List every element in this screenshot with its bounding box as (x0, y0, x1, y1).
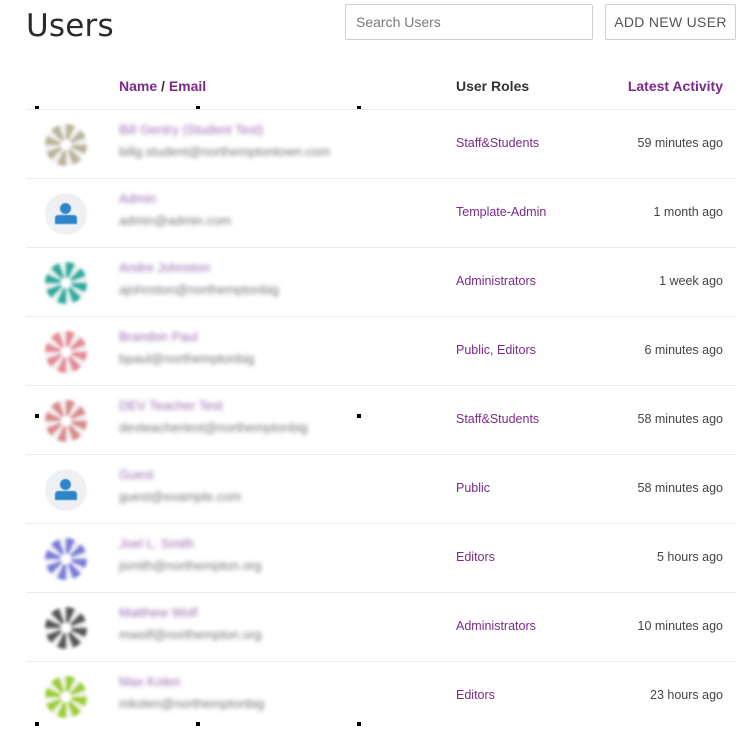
user-role-link[interactable]: Staff&Students (456, 412, 539, 426)
user-name-link[interactable]: Matthew Wolf (119, 605, 198, 620)
table-row[interactable]: Admin admin@admin.com Template-Admin 1 mont… (26, 178, 736, 247)
user-email: devteachertest@northemptonbig (119, 420, 308, 435)
column-header-separator: / (157, 78, 169, 94)
user-name-link[interactable]: Andre Johnston (119, 260, 210, 275)
add-new-user-button[interactable]: ADD NEW USER (605, 4, 736, 40)
table-row[interactable]: Brandon Paul bpaul@northemptonbig Public, … (26, 316, 736, 385)
avatar (45, 124, 87, 166)
avatar (45, 331, 87, 373)
avatar (45, 262, 87, 304)
user-name-link[interactable]: Max Kolen (119, 674, 180, 689)
table-row[interactable]: Bill Gentry (Student Test) billg.student@… (26, 109, 736, 178)
user-name-link[interactable]: Guest (119, 467, 154, 482)
column-header-name[interactable]: Name (119, 78, 157, 94)
user-latest-activity: 5 hours ago (656, 550, 723, 564)
user-email: billg.student@northemptontown.com (119, 144, 331, 159)
user-role-link[interactable]: Staff&Students (456, 136, 539, 150)
avatar (45, 538, 87, 580)
column-header-roles: User Roles (456, 78, 530, 94)
user-name-link[interactable]: Joel L. Smith (119, 536, 194, 551)
user-email: guest@example.com (119, 489, 242, 504)
user-role-link[interactable]: Administrators (456, 274, 536, 288)
user-role-link[interactable]: Editors (456, 550, 495, 564)
table-row[interactable]: Matthew Wolf mwolf@northempton.org Adminis… (26, 592, 736, 661)
user-latest-activity: 6 minutes ago (644, 343, 723, 357)
user-email: bpaul@northemptonbig (119, 351, 255, 366)
user-name-link[interactable]: Admin (119, 191, 156, 206)
table-row[interactable]: Andre Johnston ajohnston@northemptonbig Ad… (26, 247, 736, 316)
page-title: Users (26, 8, 114, 44)
user-email: ajohnston@northemptonbig (119, 282, 279, 297)
user-role-link[interactable]: Public (456, 481, 490, 495)
table-row[interactable]: Max Kolen mkolen@northemptonbig Editors 23 … (26, 661, 736, 730)
column-header-email[interactable]: Email (169, 78, 206, 94)
user-role-link[interactable]: Administrators (456, 619, 536, 633)
default-user-icon (45, 469, 87, 511)
user-email: mkolen@northemptonbig (119, 696, 265, 711)
table-row[interactable]: DEV Teacher Test devteachertest@northempt… (26, 385, 736, 454)
user-email: jsmith@northempton.org (119, 558, 262, 573)
search-input[interactable] (345, 4, 593, 40)
user-latest-activity: 23 hours ago (650, 688, 723, 702)
table-row[interactable]: Guest guest@example.com Public 58 minutes a… (26, 454, 736, 523)
user-latest-activity: 58 minutes ago (637, 481, 723, 495)
user-latest-activity: 58 minutes ago (637, 412, 723, 426)
avatar (45, 607, 87, 649)
column-header-activity[interactable]: Latest Activity (628, 78, 723, 94)
user-role-link[interactable]: Template-Admin (456, 205, 546, 219)
user-latest-activity: 10 minutes ago (637, 619, 723, 633)
user-name-link[interactable]: Bill Gentry (Student Test) (119, 122, 263, 137)
table-row[interactable]: Joel L. Smith jsmith@northempton.org Edito… (26, 523, 736, 592)
user-name-link[interactable]: DEV Teacher Test (119, 398, 223, 413)
user-email: admin@admin.com (119, 213, 232, 228)
default-user-icon (45, 193, 87, 235)
user-role-link[interactable]: Public, Editors (456, 343, 536, 357)
avatar (45, 676, 87, 718)
column-header-name-email[interactable]: Name / Email (119, 78, 206, 94)
user-latest-activity: 1 month ago (653, 205, 724, 219)
avatar (45, 400, 87, 442)
user-latest-activity: 59 minutes ago (637, 136, 723, 150)
user-name-link[interactable]: Brandon Paul (119, 329, 198, 344)
user-role-link[interactable]: Editors (456, 688, 495, 702)
user-email: mwolf@northempton.org (119, 627, 262, 642)
user-latest-activity: 1 week ago (659, 274, 723, 288)
